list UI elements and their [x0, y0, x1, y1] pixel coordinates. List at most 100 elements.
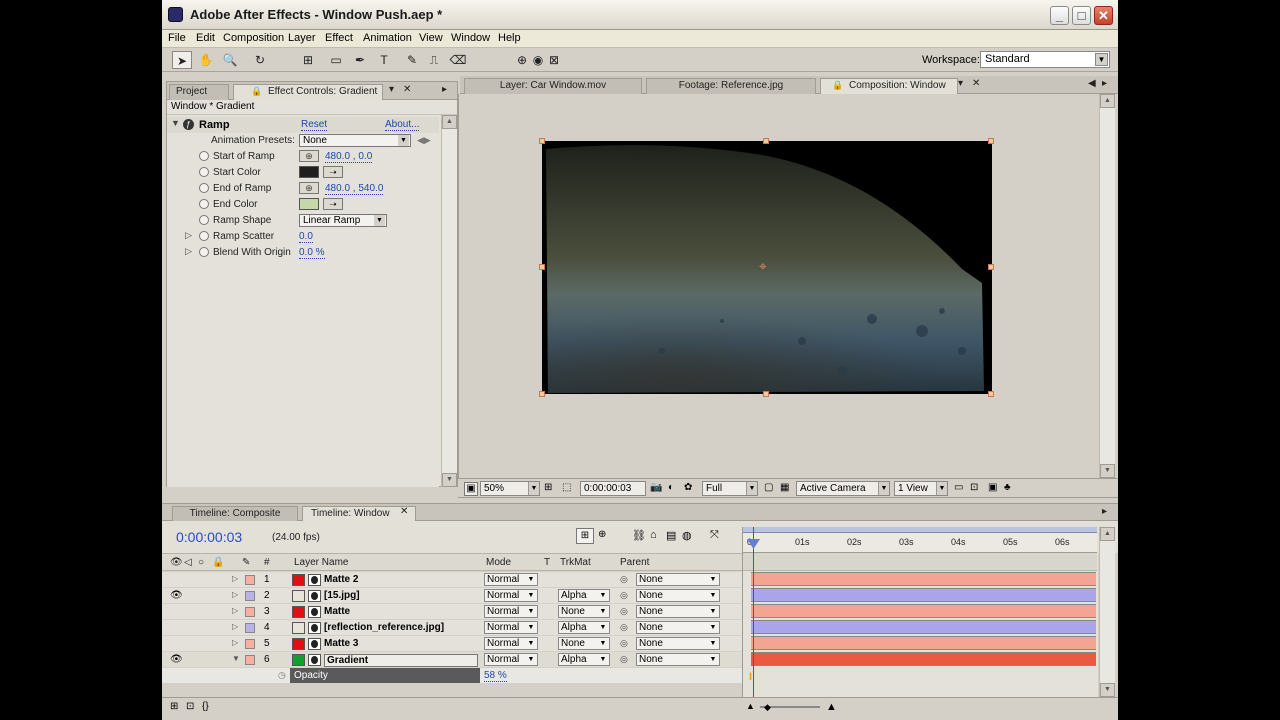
channel-icon[interactable]: ✿ [684, 482, 692, 496]
type-tool-icon[interactable]: T [374, 51, 394, 69]
tab-timeline-composite[interactable]: Timeline: Composite [172, 506, 298, 522]
scroll-up-icon[interactable]: ▲ [442, 115, 457, 129]
toggle-pixel-aspect-icon[interactable]: ▭ [954, 482, 963, 496]
menu-window[interactable]: Window [451, 32, 490, 44]
parent-select[interactable]: None ▼ [636, 621, 720, 634]
layer-name[interactable]: Matte 2 [324, 574, 358, 585]
mode-select[interactable]: Normal ▼ [484, 637, 538, 650]
column-layer-name[interactable]: Layer Name [294, 557, 348, 568]
anchor-point-icon[interactable]: ⌖ [759, 258, 767, 275]
parent-select[interactable]: None ▼ [636, 573, 720, 586]
pickwhip-icon[interactable]: ◎ [620, 574, 628, 585]
current-time-display[interactable]: 0:00:00:03 [580, 481, 646, 496]
layer-row[interactable]: ▷ 5 Matte 3 Normal ▼ None ▼ ◎ None ▼ [162, 636, 742, 652]
timeline-current-time[interactable]: 0:00:00:03 [176, 529, 242, 545]
lock-icon[interactable]: 🔒 [832, 80, 843, 91]
time-ruler[interactable]: 0 01s 02s 03s 04s 05s 06s [743, 527, 1097, 553]
region-of-interest-icon[interactable]: ▢ [764, 482, 773, 496]
ramp-scatter-value[interactable]: 0.0 [299, 231, 313, 243]
preset-nav-icon[interactable]: ◀▶ [417, 135, 431, 146]
tab-footage-reference[interactable]: Footage: Reference.jpg [646, 78, 816, 94]
label-color-swatch[interactable] [245, 591, 255, 601]
stopwatch-icon[interactable] [199, 215, 209, 225]
menu-file[interactable]: File [168, 32, 186, 44]
label-color-swatch[interactable] [245, 623, 255, 633]
transform-handle[interactable] [763, 391, 769, 397]
view-axis-icon[interactable]: ⊠ [544, 51, 564, 69]
transform-handle[interactable] [539, 138, 545, 144]
stopwatch-icon[interactable] [199, 167, 209, 177]
panel-menu-icon[interactable]: ▸ [442, 84, 447, 95]
tab-close-icon[interactable]: ✕ [972, 78, 980, 89]
graph-editor-icon[interactable]: ⤧ [710, 529, 719, 542]
av-features-eye-icon[interactable]: 👁 [170, 557, 183, 568]
menu-composition[interactable]: Composition [223, 32, 284, 44]
eraser-tool-icon[interactable]: ⌫ [448, 51, 468, 69]
timeline-scrollbar[interactable]: ▲ ▼ [1099, 527, 1115, 697]
transform-handle[interactable] [763, 138, 769, 144]
pickwhip-icon[interactable]: ◎ [620, 590, 628, 601]
end-color-swatch[interactable] [299, 198, 319, 210]
layer-name[interactable]: [15.jpg] [324, 590, 360, 601]
effect-reset-link[interactable]: Reset [301, 119, 328, 131]
pickwhip-icon[interactable]: ◎ [620, 638, 628, 649]
twirl-right-icon[interactable]: ▷ [185, 230, 192, 241]
layer-name[interactable]: Matte [324, 606, 350, 617]
mode-select[interactable]: Normal ▼ [484, 573, 538, 586]
layer-row[interactable]: ▷ 4 [reflection_reference.jpg] Normal ▼ Alpha… [162, 620, 742, 636]
layer-duration-bar[interactable] [751, 652, 1096, 666]
zoom-out-icon[interactable]: ▲ [746, 701, 755, 711]
resolution-select[interactable]: Full ▼ [702, 481, 758, 496]
rotate-tool-icon[interactable]: ↻ [250, 51, 270, 69]
toggle-in-out-icon[interactable]: {} [202, 701, 209, 712]
mode-select[interactable]: Normal ▼ [484, 653, 538, 666]
tab-close-icon[interactable]: ✕ [400, 506, 408, 517]
stopwatch-icon[interactable] [199, 247, 209, 257]
mask-view-icon[interactable]: ⬚ [562, 482, 571, 496]
scroll-down-icon[interactable]: ▼ [1100, 683, 1115, 697]
mode-select[interactable]: Normal ▼ [484, 605, 538, 618]
live-update-icon[interactable]: ⊕ [598, 529, 606, 540]
start-color-swatch[interactable] [299, 166, 319, 178]
zoom-select[interactable]: 50% ▼ [480, 481, 540, 496]
parent-select[interactable]: None ▼ [636, 653, 720, 666]
rectangle-mask-tool-icon[interactable]: ▭ [326, 51, 346, 69]
maximize-button[interactable]: □ [1072, 6, 1091, 25]
selection-tool-icon[interactable]: ➤ [172, 51, 192, 69]
scroll-up-icon[interactable]: ▲ [1100, 527, 1115, 541]
close-button[interactable]: ✕ [1094, 6, 1113, 25]
stopwatch-icon[interactable] [199, 183, 209, 193]
stopwatch-icon[interactable] [199, 199, 209, 209]
transform-handle[interactable] [988, 264, 994, 270]
toggle-switches-icon[interactable]: ⊞ [170, 701, 178, 712]
start-of-ramp-value[interactable]: 480.0 , 0.0 [325, 151, 373, 163]
comp-mini-flowchart-icon[interactable]: ⊞ [576, 528, 594, 544]
scroll-down-icon[interactable]: ▼ [1100, 464, 1115, 478]
end-of-ramp-value[interactable]: 480.0 , 540.0 [325, 183, 384, 195]
twirl-right-icon[interactable]: ▷ [232, 606, 238, 615]
hand-tool-icon[interactable]: ✋ [196, 51, 216, 69]
zoom-slider-thumb[interactable]: ◆ [764, 702, 771, 713]
audio-icon[interactable]: ◁ [184, 557, 192, 568]
minimize-button[interactable]: _ [1050, 6, 1069, 25]
mode-select[interactable]: Normal ▼ [484, 621, 538, 634]
transparency-grid-icon[interactable]: ▦ [780, 482, 789, 496]
pen-tool-icon[interactable]: ✒ [350, 51, 370, 69]
scroll-up-icon[interactable]: ▲ [1100, 94, 1115, 108]
label-column-icon[interactable]: ✎ [242, 557, 250, 568]
effect-about-link[interactable]: About... [385, 119, 420, 131]
workspace-select[interactable]: Standard ▼ [980, 51, 1110, 68]
work-area-bar[interactable] [743, 527, 1097, 533]
effect-twirl-icon[interactable]: ▼ [171, 118, 180, 128]
crosshair-icon[interactable]: ⊕ [299, 182, 319, 194]
stopwatch-icon[interactable]: ◷ [278, 670, 286, 681]
fast-previews-icon[interactable]: ⊡ [970, 482, 978, 496]
transform-handle[interactable] [539, 264, 545, 270]
panel-menu-icon[interactable]: ▸ [1102, 506, 1107, 517]
motion-blur-icon[interactable]: ◍ [682, 529, 692, 542]
clone-stamp-tool-icon[interactable]: ⎍ [424, 51, 444, 69]
layer-duration-bar[interactable] [751, 636, 1096, 650]
safe-margins-icon[interactable]: ⊞ [544, 482, 552, 496]
brush-tool-icon[interactable]: ✎ [402, 51, 422, 69]
stopwatch-icon[interactable] [199, 151, 209, 161]
